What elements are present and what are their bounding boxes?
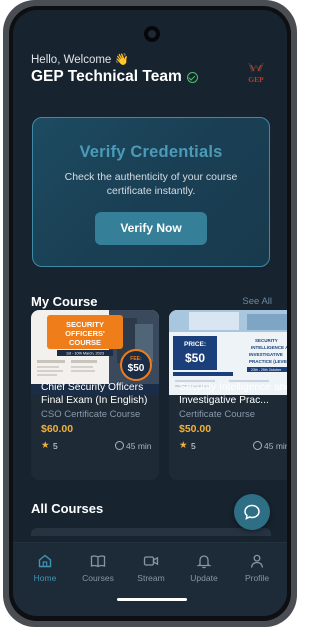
thumbnail-title-line3: COURSE — [69, 338, 101, 347]
front-camera — [144, 26, 160, 42]
clock-icon — [115, 441, 124, 450]
verify-title: Verify Credentials — [79, 143, 223, 161]
course-title: Security Intelligence and Investigative … — [179, 382, 287, 406]
thumbnail-title-line3: INVESTIGATIVE — [249, 352, 283, 357]
nav-home[interactable]: Home — [18, 553, 72, 583]
verify-description: Check the authenticity of your course ce… — [64, 171, 238, 197]
team-name: GEP Technical Team — [31, 68, 198, 86]
team-name-label: GEP Technical Team — [31, 68, 182, 85]
thumbnail-dates: 1st - 10th March, 2023 — [66, 352, 104, 356]
book-icon — [90, 555, 106, 568]
nav-stream-label: Stream — [137, 573, 165, 583]
nav-update-label: Update — [190, 573, 218, 583]
thumbnail-title-line1: SECURITY — [66, 320, 104, 329]
nav-stream[interactable]: Stream — [124, 553, 178, 583]
course-list-item[interactable] — [31, 528, 271, 536]
chat-button[interactable] — [234, 494, 270, 530]
my-course-title: My Course — [31, 294, 98, 309]
course-category: CSO Certificate Course — [41, 409, 141, 420]
course-rating: 5 — [191, 441, 196, 451]
video-icon — [143, 556, 159, 566]
bottom-navigation: Home Courses Stream Update Profile — [13, 542, 287, 616]
course-price: $60.00 — [41, 423, 74, 435]
thumbnail-title-line2: OFFICERS' — [65, 329, 105, 338]
see-all-link[interactable]: See All — [242, 296, 272, 307]
home-icon — [38, 554, 52, 568]
thumbnail-fee: $50 — [128, 363, 145, 374]
course-title: Chief Security Officers Final Exam (In E… — [41, 382, 148, 406]
greeting-text: Hello, Welcome 👋 — [31, 54, 129, 66]
thumbnail-dates: 23th - 25th October — [251, 368, 282, 372]
thumbnail-title-line4: PRACTICE (LEVEL — [249, 359, 287, 364]
nav-courses-label: Courses — [82, 573, 114, 583]
clock-icon — [253, 441, 262, 450]
verify-now-button[interactable]: Verify Now — [95, 212, 207, 245]
gesture-home-bar[interactable] — [117, 598, 187, 601]
chat-bubble-icon — [244, 504, 260, 520]
course-duration: 45 min — [264, 441, 287, 451]
course-rating: 5 — [53, 441, 58, 451]
nav-courses[interactable]: Courses — [71, 553, 125, 583]
nav-update[interactable]: Update — [177, 553, 231, 583]
thumbnail-price-label: PRICE: — [184, 341, 206, 348]
star-icon: ★ — [41, 440, 50, 451]
nav-profile[interactable]: Profile — [230, 553, 284, 583]
logo-text: GEP — [248, 75, 264, 84]
thumbnail-title-line2: INTELLIGENCE AND — [251, 345, 287, 350]
star-icon: ★ — [179, 440, 188, 451]
course-price: $50.00 — [179, 423, 212, 435]
nav-home-label: Home — [33, 573, 57, 583]
person-icon — [250, 554, 264, 568]
course-card[interactable]: PRICE: $50 SECURITY INTELLIGENCE AND INV… — [169, 310, 287, 480]
course-category: Certificate Course — [179, 409, 256, 420]
thumbnail-title-line1: SECURITY — [255, 338, 278, 343]
thumbnail-price: $50 — [185, 351, 205, 365]
verified-check-icon — [186, 71, 198, 83]
all-courses-title: All Courses — [31, 501, 104, 516]
gep-logo: GEP — [248, 62, 264, 84]
thumbnail-fee-label: FEE: — [130, 356, 142, 362]
nav-profile-label: Profile — [244, 573, 270, 583]
bell-icon — [196, 555, 212, 569]
course-card[interactable]: SECURITY OFFICERS' COURSE 1st - 10th Mar… — [31, 310, 159, 480]
verify-credentials-card: Verify Credentials Check the authenticit… — [32, 117, 270, 267]
app-screen: Hello, Welcome 👋 GEP Technical Team GEP … — [13, 10, 287, 616]
course-duration: 45 min — [126, 441, 152, 451]
